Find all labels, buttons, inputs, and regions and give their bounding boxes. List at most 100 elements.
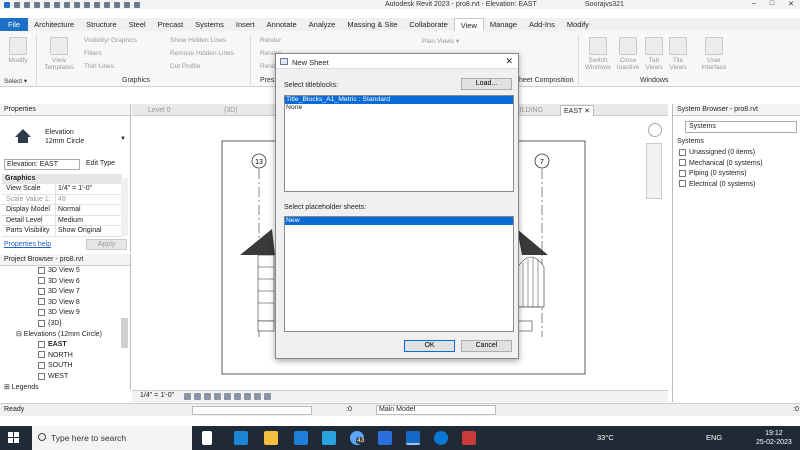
undo-icon[interactable] <box>34 1 40 8</box>
temporary-hide-icon[interactable] <box>244 393 251 400</box>
system-row[interactable]: Piping (0 systems) <box>677 169 799 180</box>
type-selector[interactable]: Elevation 12mm Circle ▼ <box>4 124 128 156</box>
edit-type-button[interactable]: Edit Type <box>86 160 115 167</box>
visibility-graphics-button[interactable]: Visibility/ Graphics <box>84 37 137 44</box>
windows-start-icon[interactable] <box>8 432 20 444</box>
print-icon[interactable] <box>54 1 60 8</box>
open-icon[interactable] <box>14 1 20 8</box>
measure-icon[interactable] <box>64 1 70 8</box>
tree-item[interactable]: 3D View 5 <box>0 266 120 277</box>
tab-annotate[interactable]: Annotate <box>261 18 303 31</box>
cut-profile-button[interactable]: Cut Profile <box>170 63 200 70</box>
render-button[interactable]: Render <box>260 37 281 44</box>
maximize-button[interactable]: □ <box>770 0 774 8</box>
tag-icon[interactable] <box>74 1 80 8</box>
tree-item[interactable]: 3D View 8 <box>0 298 120 309</box>
tab-views-button[interactable]: Tab Views <box>642 37 666 71</box>
tab-level-0[interactable]: Level 0 <box>148 105 171 116</box>
tab-add-ins[interactable]: Add-Ins <box>523 18 561 31</box>
tab-east[interactable]: EAST ✕ <box>560 105 594 116</box>
settings-icon[interactable] <box>378 431 392 445</box>
3d-view-icon[interactable] <box>94 1 100 8</box>
viewcube-icon[interactable] <box>648 123 662 137</box>
show-crop-icon[interactable] <box>234 393 241 400</box>
edge-icon[interactable] <box>294 431 308 445</box>
property-row[interactable]: Display Model Normal <box>2 205 122 216</box>
visual-style-icon[interactable] <box>194 393 201 400</box>
tab-collaborate[interactable]: Collaborate <box>403 18 453 31</box>
store-icon[interactable] <box>322 431 336 445</box>
language-indicator[interactable]: ENG <box>706 433 722 442</box>
clock[interactable]: 19:12 25-02-2023 <box>756 429 792 447</box>
revit-taskbar-icon[interactable] <box>406 431 420 445</box>
modify-button[interactable]: Modify <box>4 37 32 64</box>
tree-item[interactable]: NORTH <box>0 351 120 362</box>
save-icon[interactable] <box>24 1 30 8</box>
tree-item[interactable]: 3D View 9 <box>0 308 120 319</box>
cancel-button[interactable]: Cancel <box>461 340 512 352</box>
list-item[interactable]: New <box>285 217 513 225</box>
property-row[interactable]: Scale Value 1: 48 <box>2 194 122 205</box>
system-row[interactable]: Electrical (0 systems) <box>677 180 799 191</box>
system-row[interactable]: Unassigned (0 items) <box>677 148 799 159</box>
property-value[interactable]: 1/4" = 1'-0" <box>56 184 122 194</box>
taskbar-search[interactable]: Type here to search <box>32 426 192 450</box>
thin-lines-icon[interactable] <box>114 1 120 8</box>
tab-massing-site[interactable]: Massing & Site <box>341 18 403 31</box>
tree-item[interactable]: 3D View 7 <box>0 287 120 298</box>
tab-precast[interactable]: Precast <box>152 18 189 31</box>
switch-windows-icon[interactable] <box>134 1 140 8</box>
tile-views-button[interactable]: Tile Views <box>666 37 690 71</box>
instance-selector[interactable]: Elevation: EAST <box>4 159 80 170</box>
titleblocks-list[interactable]: Title_Blocks_A1_Metric : Standard None <box>284 95 514 192</box>
property-row[interactable]: Detail Level Medium <box>2 215 122 226</box>
tab-structure[interactable]: Structure <box>80 18 122 31</box>
filters-button[interactable]: Filters <box>84 50 102 57</box>
shadows-icon[interactable] <box>214 393 221 400</box>
project-browser-scrollbar[interactable] <box>121 318 128 348</box>
apply-button[interactable]: Apply <box>86 239 127 250</box>
dialog-close-icon[interactable]: ✕ <box>505 56 513 67</box>
minimize-button[interactable]: – <box>752 0 756 8</box>
property-row[interactable]: View Scale 1/4" = 1'-0" <box>2 184 122 195</box>
sun-path-icon[interactable] <box>204 393 211 400</box>
tree-item[interactable]: 3D View 6 <box>0 277 120 288</box>
plan-views-button[interactable]: Plan Views ▾ <box>422 37 459 45</box>
system-row[interactable]: Mechanical (0 systems) <box>677 159 799 170</box>
tab-view[interactable]: View <box>453 18 484 31</box>
file-explorer-icon[interactable] <box>264 431 278 445</box>
redo-icon[interactable] <box>44 1 50 8</box>
close-hidden-icon[interactable] <box>124 1 130 8</box>
placeholder-list[interactable]: New <box>284 216 514 332</box>
text-icon[interactable] <box>84 1 90 8</box>
list-item[interactable]: None <box>285 104 513 112</box>
reveal-hidden-icon[interactable] <box>254 393 261 400</box>
weather-temp[interactable]: 33°C <box>597 433 614 442</box>
design-option-combo[interactable]: Main Model <box>376 405 496 415</box>
tree-item[interactable]: {3D} <box>0 319 120 330</box>
tab-insert[interactable]: Insert <box>230 18 261 31</box>
section-icon[interactable] <box>104 1 110 8</box>
systems-dropdown[interactable]: Systems <box>685 121 797 133</box>
user-account[interactable]: Soorajvs321 <box>585 1 624 8</box>
thin-lines-button[interactable]: Thin Lines <box>84 63 114 70</box>
property-value[interactable]: Medium <box>56 216 122 226</box>
close-inactive-button[interactable]: Close Inactive <box>614 37 642 71</box>
tab-3d[interactable]: {3D} <box>224 105 238 116</box>
worksharing-icon[interactable] <box>264 393 271 400</box>
property-value[interactable]: Show Original <box>56 226 122 236</box>
workset-combo[interactable] <box>192 406 312 415</box>
select-dropdown[interactable]: Select ▾ <box>4 77 27 85</box>
task-view-icon[interactable] <box>202 431 212 445</box>
revit-logo-icon[interactable] <box>4 1 10 8</box>
graphics-section[interactable]: Graphics <box>2 174 122 184</box>
user-interface-button[interactable]: User Interface <box>698 37 730 71</box>
close-window-button[interactable]: ✕ <box>788 0 794 8</box>
tab-systems[interactable]: Systems <box>189 18 230 31</box>
property-value[interactable]: 48 <box>56 195 122 205</box>
tree-item[interactable]: ⊞ Legends <box>0 383 120 394</box>
properties-scrollbar[interactable] <box>121 178 128 236</box>
tree-item[interactable]: SOUTH <box>0 361 120 372</box>
mail-icon[interactable] <box>234 431 248 445</box>
property-value[interactable]: Normal <box>56 205 122 215</box>
